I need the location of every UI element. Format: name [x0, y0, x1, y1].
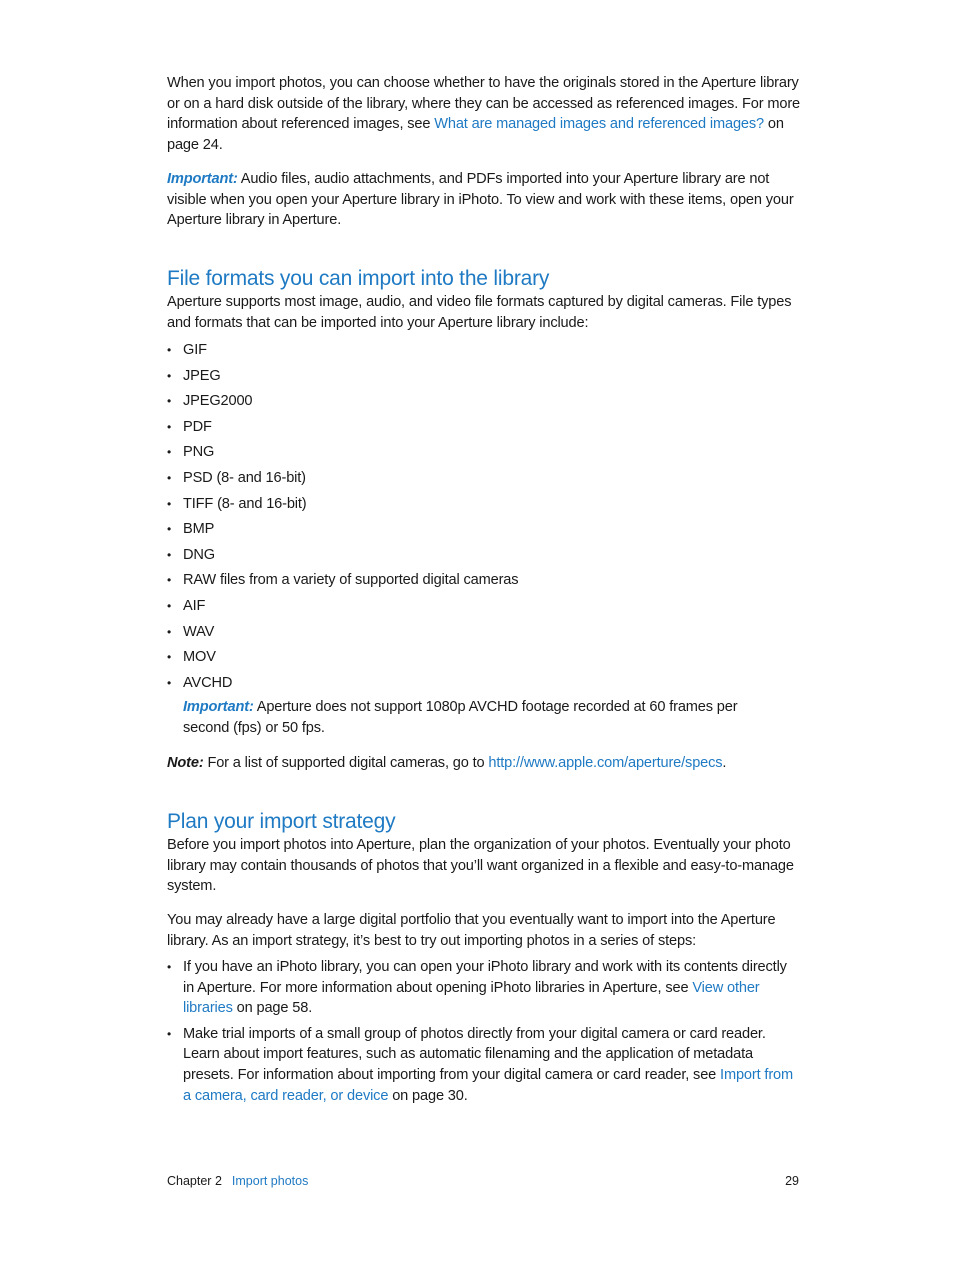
format-label: JPEG	[183, 367, 221, 384]
bullet-icon: •	[167, 1026, 172, 1041]
format-label: PDF	[183, 418, 212, 435]
format-label: PNG	[183, 444, 215, 461]
format-item: • GIF	[167, 340, 801, 366]
format-item: • MOV	[167, 647, 801, 673]
strategy-paragraph-1: Before you import photos into Aperture, …	[167, 837, 794, 895]
format-label: DNG	[183, 546, 215, 563]
footer-chapter: Chapter 2	[167, 1174, 222, 1188]
format-item: • PSD (8- and 16-bit)	[167, 468, 801, 494]
note-supported-cameras: Note: For a list of supported digital ca…	[167, 753, 801, 774]
step-page-ref: on page 58.	[232, 1000, 313, 1017]
format-item: • BMP	[167, 519, 801, 545]
page-number: 29	[785, 1174, 799, 1188]
bullet-icon: •	[167, 522, 172, 537]
section-heading-file-formats: File formats you can import into the lib…	[167, 267, 550, 290]
format-label: GIF	[183, 342, 207, 358]
format-label: WAV	[183, 623, 215, 640]
bullet-icon: •	[167, 960, 172, 974]
step-text: Make trial imports of a small group of p…	[183, 1025, 766, 1083]
format-label: RAW files from a variety of supported di…	[183, 572, 519, 589]
bullet-icon: •	[167, 573, 172, 588]
managed-referenced-images-link[interactable]: What are managed images and referenced i…	[434, 116, 764, 132]
bullet-icon: •	[167, 624, 172, 639]
aperture-specs-link[interactable]: http://www.apple.com/aperture/specs	[488, 755, 722, 771]
important-text: Aperture does not support 1080p AVCHD fo…	[183, 699, 738, 736]
intro-paragraph: When you import photos, you can choose w…	[167, 73, 801, 155]
format-item: • JPEG2000	[167, 391, 801, 417]
format-label: JPEG2000	[183, 393, 253, 410]
bullet-icon: •	[167, 598, 172, 613]
format-item: • WAV	[167, 622, 801, 648]
section-heading-import-strategy: Plan your import strategy	[167, 810, 396, 833]
important-note-audio: Important: Audio files, audio attachment…	[167, 169, 801, 231]
import-steps-list: • If you have an iPhoto library, you can …	[167, 957, 801, 1111]
bullet-icon: •	[167, 419, 172, 434]
note-period: .	[722, 755, 727, 771]
format-label: AIF	[183, 597, 206, 614]
bullet-icon: •	[167, 496, 172, 511]
bullet-icon: •	[167, 445, 172, 460]
footer-chapter-title-link[interactable]: Import photos	[232, 1174, 308, 1188]
note-label: Note:	[167, 755, 204, 771]
format-label: AVCHD	[183, 674, 233, 691]
format-item: • AVCHD	[167, 673, 801, 699]
step-page-ref: on page 30.	[388, 1087, 468, 1104]
step-item: • Make trial imports of a small group of …	[167, 1024, 801, 1106]
important-text: Audio files, audio attachments, and PDFs…	[167, 171, 794, 229]
strategy-paragraph-2: You may already have a large digital por…	[167, 912, 776, 949]
bullet-icon: •	[167, 547, 172, 562]
format-item: • AIF	[167, 596, 801, 622]
format-item: • PNG	[167, 442, 801, 468]
format-label: BMP	[183, 521, 215, 538]
page-footer: Chapter 2 Import photos 29	[167, 1173, 799, 1189]
format-item: • DNG	[167, 545, 801, 571]
bullet-icon: •	[167, 368, 172, 383]
format-label: PSD (8- and 16-bit)	[183, 469, 306, 486]
file-formats-list: • GIF • JPEG • JPEG2000 • PDF • PNG • PSD (8- …	[167, 340, 801, 698]
format-item: • RAW files from a variety of supported d…	[167, 570, 801, 596]
file-formats-intro: Aperture supports most image, audio, and…	[167, 294, 792, 331]
format-item: • JPEG	[167, 366, 801, 392]
format-label: MOV	[183, 649, 216, 666]
bullet-icon: •	[167, 343, 172, 357]
note-text: For a list of supported digital cameras,…	[203, 755, 489, 771]
bullet-icon: •	[167, 394, 172, 409]
important-note-avchd: Important: Aperture does not support 108…	[183, 697, 783, 738]
format-label: TIFF (8- and 16-bit)	[183, 495, 307, 512]
format-item: • TIFF (8- and 16-bit)	[167, 494, 801, 520]
bullet-icon: •	[167, 470, 172, 485]
important-label: Important:	[183, 699, 254, 715]
step-item: • If you have an iPhoto library, you can …	[167, 957, 801, 1019]
bullet-icon: •	[167, 675, 172, 690]
important-label: Important:	[167, 171, 238, 187]
bullet-icon: •	[167, 650, 172, 665]
format-item: • PDF	[167, 417, 801, 443]
